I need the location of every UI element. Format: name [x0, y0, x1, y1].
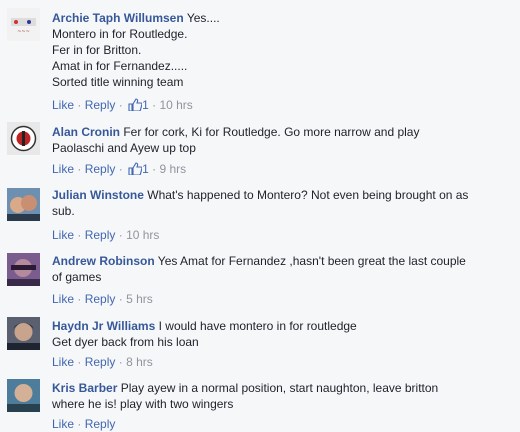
thumbs-up-icon[interactable]	[128, 162, 143, 175]
reply-link[interactable]: Reply	[85, 417, 116, 431]
thumbs-up-icon[interactable]	[128, 98, 143, 111]
avatar-photo-icon[interactable]	[7, 253, 40, 286]
avatar-photo-icon[interactable]	[7, 379, 40, 412]
comment-text: Yes....	[186, 11, 220, 25]
timestamp[interactable]: 10 hrs	[126, 228, 159, 242]
comment-item: Alan Cronin Fer for cork, Ki for Routled…	[0, 120, 520, 176]
comment-text-line: Kris Barber Play ayew in a normal positi…	[52, 380, 514, 396]
comment-text-line: Julian Winstone What's happened to Monte…	[52, 187, 514, 203]
like-link[interactable]: Like	[52, 228, 74, 242]
avatar-photo-icon[interactable]: ~~~	[7, 8, 40, 41]
comment-text-line: Alan Cronin Fer for cork, Ki for Routled…	[52, 124, 514, 140]
reply-link[interactable]: Reply	[85, 292, 116, 306]
timestamp[interactable]: 10 hrs	[159, 98, 192, 112]
avatar-photo-icon[interactable]	[7, 188, 40, 221]
separator: ·	[77, 292, 82, 306]
avatar-photo-icon[interactable]	[7, 317, 40, 350]
reply-link[interactable]: Reply	[85, 98, 116, 112]
avatar-badge-icon[interactable]	[7, 122, 40, 155]
like-count[interactable]: 1	[142, 162, 149, 176]
comment-text: where he is! play with two wingers	[52, 397, 234, 411]
comment-actions: Like · Reply · 8 hrs	[52, 354, 153, 370]
comment-text: Sorted title winning team	[52, 75, 184, 89]
comment-author-link[interactable]: Archie Taph Willumsen	[52, 11, 184, 25]
comment-text-line: Haydn Jr Williams I would have montero i…	[52, 318, 514, 334]
comment-actions: Like · Reply · 10 hrs	[52, 227, 159, 243]
comment-author-link[interactable]: Alan Cronin	[52, 125, 120, 139]
comment-author-link[interactable]: Kris Barber	[52, 381, 117, 395]
like-link[interactable]: Like	[52, 417, 74, 431]
comment-text: Fer in for Britton.	[52, 43, 142, 57]
like-link[interactable]: Like	[52, 162, 74, 176]
comment-text: Get dyer back from his loan	[52, 335, 199, 349]
like-link[interactable]: Like	[52, 355, 74, 369]
separator: ·	[118, 292, 123, 306]
separator: ·	[152, 162, 157, 176]
comment-text: of games	[52, 270, 102, 284]
separator: ·	[118, 162, 123, 176]
timestamp[interactable]: 5 hrs	[126, 292, 153, 306]
timestamp[interactable]: 8 hrs	[126, 355, 153, 369]
comment-text: Play ayew in a normal position, start na…	[120, 381, 439, 395]
comment-author-link[interactable]: Andrew Robinson	[52, 254, 155, 268]
separator: ·	[118, 228, 123, 242]
comment-text: sub.	[52, 204, 75, 218]
like-count[interactable]: 1	[142, 98, 149, 112]
separator: ·	[118, 98, 123, 112]
reply-link[interactable]: Reply	[85, 162, 116, 176]
comment-text: I would have montero in for routledge	[158, 319, 357, 333]
comment-text: Fer for cork, Ki for Routledge. Go more …	[123, 125, 420, 139]
timestamp[interactable]: 9 hrs	[159, 162, 186, 176]
comment-author-link[interactable]: Haydn Jr Williams	[52, 319, 155, 333]
comment-item: Haydn Jr Williams I would have montero i…	[0, 314, 520, 372]
comment-item: Andrew Robinson Yes Amat for Fernandez ,…	[0, 250, 520, 308]
comment-actions: Like · Reply · 5 hrs	[52, 291, 153, 307]
comment-text: What's happened to Montero? Not even bei…	[147, 188, 469, 202]
separator: ·	[77, 98, 82, 112]
separator: ·	[77, 355, 82, 369]
comment-text: Paolaschi and Ayew up top	[52, 141, 196, 155]
comment-actions: Like · Reply · 1 · 9 hrs	[52, 161, 186, 177]
comment-item: Julian Winstone What's happened to Monte…	[0, 184, 520, 242]
separator: ·	[77, 417, 82, 431]
comment-text: Amat in for Fernandez.....	[52, 59, 188, 73]
comment-actions: Like · Reply · 1 · 10 hrs	[52, 97, 193, 113]
like-link[interactable]: Like	[52, 98, 74, 112]
reply-link[interactable]: Reply	[85, 355, 116, 369]
comment-text: Montero in for Routledge.	[52, 27, 188, 41]
reply-link[interactable]: Reply	[85, 228, 116, 242]
separator: ·	[77, 162, 82, 176]
like-link[interactable]: Like	[52, 292, 74, 306]
comment-text-line: Andrew Robinson Yes Amat for Fernandez ,…	[52, 253, 514, 269]
comment-text-line: Archie Taph Willumsen Yes....	[52, 10, 514, 26]
comment-text: Yes Amat for Fernandez ,hasn't been grea…	[157, 254, 466, 268]
comment-item: ~~~ Archie Taph Willumsen Yes.... Monter…	[0, 4, 520, 116]
comment-item: Kris Barber Play ayew in a normal positi…	[0, 376, 520, 431]
separator: ·	[118, 355, 123, 369]
svg-text:~~~: ~~~	[17, 29, 30, 35]
separator: ·	[77, 228, 82, 242]
separator: ·	[152, 98, 157, 112]
comment-author-link[interactable]: Julian Winstone	[52, 188, 144, 202]
comment-actions: Like · Reply	[52, 416, 115, 432]
